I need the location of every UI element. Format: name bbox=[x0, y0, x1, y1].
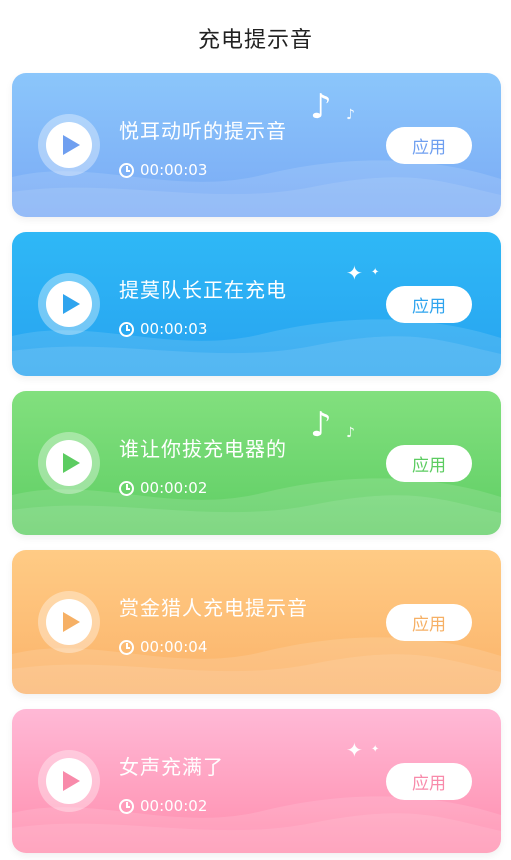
play-button[interactable] bbox=[46, 122, 92, 168]
apply-button[interactable]: 应用 bbox=[386, 127, 472, 164]
ringtone-card[interactable]: ✦ ✦ 女声充满了 00:00:02 应用 bbox=[12, 709, 501, 853]
music-note-icon: ♪ bbox=[310, 405, 332, 445]
page-title: 充电提示音 bbox=[197, 28, 313, 53]
duration: 00:00:04 bbox=[119, 637, 207, 657]
page: 充电提示音 ♪ ♪ 悦耳动听的提示音 00:00:03 应用 ✦ ✦ 提莫队长正… bbox=[0, 0, 511, 860]
play-button[interactable] bbox=[46, 758, 92, 804]
ringtone-name: 悦耳动听的提示音 bbox=[119, 119, 287, 143]
play-icon bbox=[63, 294, 80, 314]
ringtone-name: 赏金猎人充电提示音 bbox=[119, 596, 308, 620]
play-button[interactable] bbox=[46, 281, 92, 327]
duration-text: 00:00:04 bbox=[140, 638, 208, 656]
clock-icon bbox=[119, 162, 134, 178]
clock-icon bbox=[119, 480, 134, 496]
sparkle-icon: ✦ bbox=[346, 738, 363, 762]
small-music-note-icon: ♪ bbox=[346, 425, 355, 441]
duration-text: 00:00:02 bbox=[140, 797, 208, 815]
small-sparkle-icon: ✦ bbox=[371, 267, 380, 278]
ringtone-card[interactable]: ♪ ♪ 悦耳动听的提示音 00:00:03 应用 bbox=[12, 73, 501, 217]
ringtone-card[interactable]: ✦ ✦ 提莫队长正在充电 00:00:03 应用 bbox=[12, 232, 501, 376]
ringtone-name: 提莫队长正在充电 bbox=[119, 278, 287, 302]
play-icon bbox=[63, 771, 80, 791]
duration: 00:00:02 bbox=[119, 478, 207, 498]
apply-button[interactable]: 应用 bbox=[386, 445, 472, 482]
small-sparkle-icon: ✦ bbox=[371, 744, 380, 755]
play-button[interactable] bbox=[46, 440, 92, 486]
play-button[interactable] bbox=[46, 599, 92, 645]
ringtone-name: 女声充满了 bbox=[119, 755, 224, 779]
small-music-note-icon: ♪ bbox=[346, 107, 355, 123]
duration: 00:00:02 bbox=[119, 796, 207, 816]
play-icon bbox=[63, 135, 80, 155]
duration-text: 00:00:02 bbox=[140, 479, 208, 497]
duration: 00:00:03 bbox=[119, 160, 207, 180]
music-note-icon: ♪ bbox=[310, 87, 332, 127]
ringtone-card[interactable]: ♪ ♪ 谁让你拔充电器的 00:00:02 应用 bbox=[12, 391, 501, 535]
play-icon bbox=[63, 612, 80, 632]
apply-button[interactable]: 应用 bbox=[386, 286, 472, 323]
ringtone-card[interactable]: 赏金猎人充电提示音 00:00:04 应用 bbox=[12, 550, 501, 694]
ringtone-name: 谁让你拔充电器的 bbox=[119, 437, 287, 461]
sparkle-icon: ✦ bbox=[346, 261, 363, 285]
clock-icon bbox=[119, 321, 134, 337]
clock-icon bbox=[119, 639, 134, 655]
apply-button[interactable]: 应用 bbox=[386, 604, 472, 641]
duration-text: 00:00:03 bbox=[140, 161, 208, 179]
duration: 00:00:03 bbox=[119, 319, 207, 339]
apply-button[interactable]: 应用 bbox=[386, 763, 472, 800]
duration-text: 00:00:03 bbox=[140, 320, 208, 338]
clock-icon bbox=[119, 798, 134, 814]
play-icon bbox=[63, 453, 80, 473]
